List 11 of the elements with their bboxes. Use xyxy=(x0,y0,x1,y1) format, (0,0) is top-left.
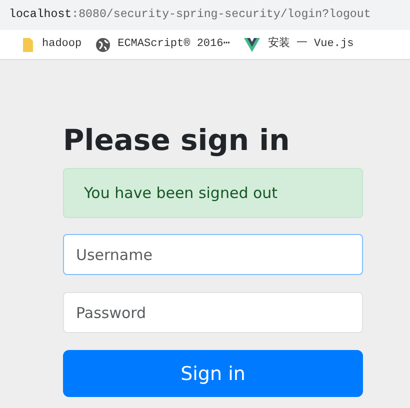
bookmark-item[interactable]: ECMAScript® 2016⋯ xyxy=(96,36,230,53)
password-field[interactable]: Password xyxy=(63,292,363,334)
sign-in-button[interactable]: Sign in xyxy=(63,350,363,398)
signed-out-alert: You have been signed out xyxy=(63,168,363,218)
folder-icon xyxy=(22,36,34,52)
vue-logo-icon xyxy=(244,38,260,52)
username-field[interactable]: Username xyxy=(63,234,363,276)
bookmark-item[interactable]: hadoop xyxy=(22,36,82,53)
page-heading: Please sign in xyxy=(63,123,291,158)
globe-icon xyxy=(96,38,110,52)
bookmark-item[interactable]: 安装 一 Vue.js xyxy=(244,36,354,53)
